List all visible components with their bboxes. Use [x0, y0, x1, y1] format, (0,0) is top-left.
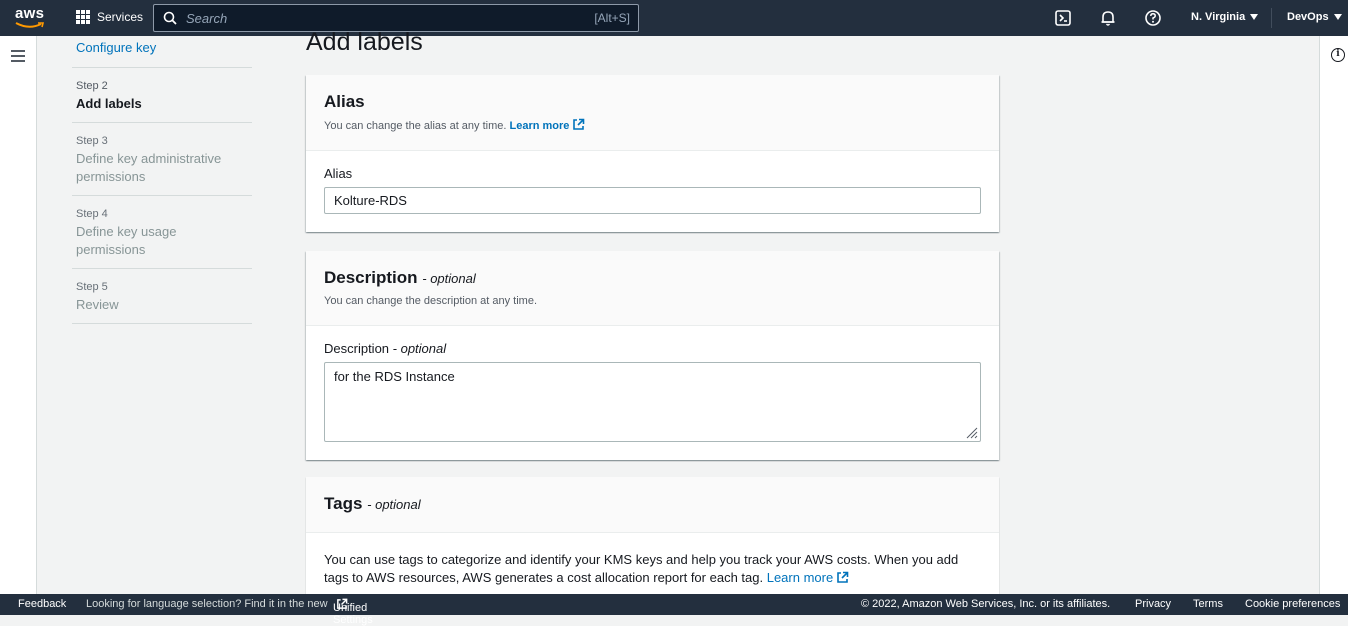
learn-more-label: Learn more: [766, 570, 834, 585]
description-title-text: Description: [324, 268, 418, 287]
account-label: DevOps: [1287, 11, 1329, 23]
description-panel-body: Description - optional for the RDS Insta…: [306, 326, 999, 460]
description-label-text: Description: [324, 341, 390, 356]
page-title: Add labels: [306, 28, 423, 56]
alias-panel-body: Alias Kolture-RDS: [306, 151, 999, 232]
nav-divider: [1271, 8, 1272, 28]
step-define-admin-permissions: Step 3 Define key administrative permiss…: [72, 123, 252, 196]
optional-label: - optional: [422, 271, 476, 286]
copyright: © 2022, Amazon Web Services, Inc. or its…: [861, 598, 1111, 610]
grid-icon: [76, 10, 90, 24]
external-link-icon: [837, 571, 849, 583]
learn-more-link[interactable]: Learn more: [509, 118, 586, 132]
tags-panel-header: Tags - optional: [306, 477, 999, 533]
unified-settings-label: Unified Settings: [333, 602, 373, 626]
cookie-preferences-link[interactable]: Cookie preferences: [1245, 598, 1340, 610]
tags-title-text: Tags: [324, 494, 363, 513]
region-label: N. Virginia: [1191, 11, 1246, 23]
search-icon: [163, 11, 177, 25]
aws-smile-icon: [15, 22, 45, 28]
description-panel: Description - optional You can change th…: [306, 251, 999, 460]
tags-learn-more-link[interactable]: Learn more: [767, 570, 849, 585]
step-number: Step 2: [76, 80, 108, 92]
alias-input[interactable]: Kolture-RDS: [324, 187, 981, 214]
step-add-labels: Step 2 Add labels: [72, 68, 252, 123]
feedback-link[interactable]: Feedback: [18, 598, 66, 610]
region-selector[interactable]: N. Virginia: [1191, 11, 1259, 23]
hamburger-menu-icon[interactable]: [11, 50, 25, 65]
step-title: Review: [76, 297, 119, 312]
top-navigation: aws Services Search [Alt+S] N. Virginia: [0, 0, 1348, 36]
tags-description: You can use tags to categorize and ident…: [324, 552, 959, 585]
services-menu-button[interactable]: Services: [76, 10, 143, 24]
caret-down-icon: [1333, 14, 1342, 20]
tags-panel-body: You can use tags to categorize and ident…: [306, 533, 999, 587]
description-field-label: Description - optional: [324, 341, 981, 356]
step-define-usage-permissions: Step 4 Define key usage permissions: [72, 196, 252, 269]
optional-label: - optional: [367, 497, 421, 512]
step-number: Step 5: [76, 281, 108, 293]
tags-panel: Tags - optional You can use tags to cate…: [306, 477, 999, 594]
description-textarea[interactable]: for the RDS Instance: [324, 362, 981, 442]
footer: Feedback Looking for language selection?…: [0, 594, 1348, 626]
step-title: Add labels: [76, 96, 142, 111]
description-value: for the RDS Instance: [334, 369, 455, 384]
step-configure-key-link[interactable]: Configure key: [72, 36, 252, 68]
step-number: Step 4: [76, 208, 108, 220]
optional-label: - optional: [392, 341, 447, 356]
step-title: Define key administrative permissions: [76, 151, 222, 184]
external-link-icon: [573, 118, 585, 130]
terms-link[interactable]: Terms: [1193, 598, 1223, 610]
side-navigation-rail: [0, 36, 37, 594]
learn-more-label: Learn more: [509, 120, 570, 132]
notifications-bell-icon[interactable]: [1099, 9, 1117, 27]
tools-panel-rail: i: [1319, 36, 1348, 594]
resize-handle-icon[interactable]: [966, 427, 978, 439]
alias-description-text: You can change the alias at any time.: [324, 120, 507, 132]
caret-down-icon: [1250, 14, 1259, 20]
privacy-link[interactable]: Privacy: [1135, 598, 1171, 610]
aws-logo[interactable]: aws: [15, 6, 47, 30]
unified-settings-link[interactable]: Unified Settings: [333, 598, 373, 626]
services-label: Services: [97, 10, 144, 24]
step-number: Step 3: [76, 135, 108, 147]
alias-panel-header: Alias You can change the alias at any ti…: [306, 75, 999, 151]
alias-panel-title: Alias: [324, 92, 365, 111]
cloudshell-icon[interactable]: [1054, 9, 1072, 27]
step-review: Step 5 Review: [72, 269, 252, 324]
wizard-steps: Configure key Step 2 Add labels Step 3 D…: [72, 36, 252, 324]
description-panel-title: Description - optional: [324, 268, 981, 289]
search-shortcut: [Alt+S]: [594, 11, 630, 25]
alias-panel-description: You can change the alias at any time. Le…: [324, 118, 981, 132]
help-icon[interactable]: [1144, 9, 1162, 27]
info-icon[interactable]: i: [1331, 48, 1345, 62]
alias-field-label: Alias: [324, 166, 353, 181]
description-panel-description: You can change the description at any ti…: [324, 295, 538, 307]
search-placeholder: Search: [186, 11, 228, 26]
account-menu[interactable]: DevOps: [1287, 11, 1342, 23]
tags-panel-title: Tags - optional: [324, 494, 981, 515]
step-title: Define key usage permissions: [76, 224, 177, 257]
alias-panel: Alias You can change the alias at any ti…: [306, 75, 999, 232]
description-panel-header: Description - optional You can change th…: [306, 251, 999, 326]
language-prompt: Looking for language selection? Find it …: [86, 598, 328, 610]
aws-logo-text: aws: [15, 5, 45, 22]
